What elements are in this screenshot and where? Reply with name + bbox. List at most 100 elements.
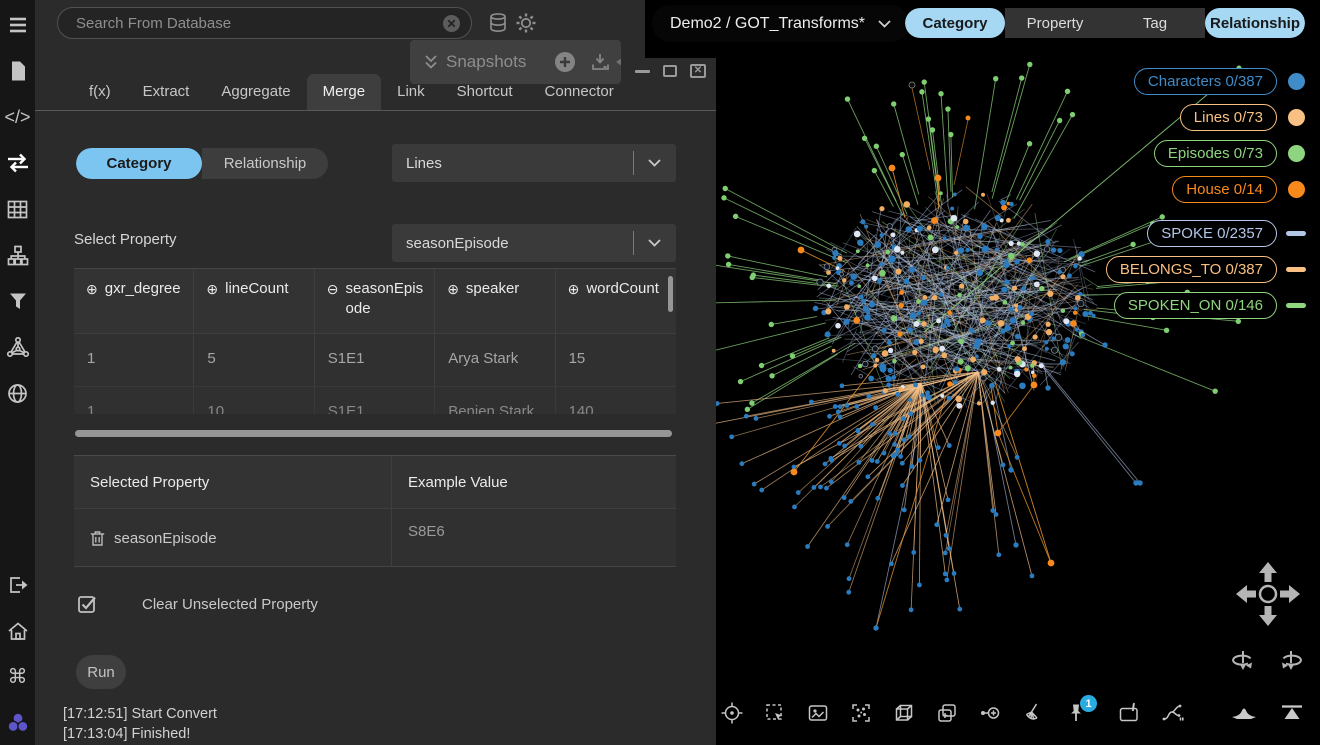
column-header[interactable]: ⊕wordCount — [556, 269, 676, 333]
view-tab-relationship[interactable]: Relationship — [1205, 8, 1305, 38]
pan-left-arrow — [1236, 585, 1256, 603]
characters-color-swatch[interactable] — [1288, 73, 1305, 90]
raise-layout-icon[interactable] — [1278, 700, 1306, 722]
globe-icon[interactable] — [6, 381, 30, 405]
category-select[interactable]: Lines — [392, 144, 676, 182]
pin-icon[interactable]: 1 — [1064, 701, 1088, 725]
tab-aggregate[interactable]: Aggregate — [205, 74, 306, 110]
legend-characters[interactable]: Characters 0/387 — [1134, 68, 1277, 95]
episodes-color-swatch[interactable] — [1288, 145, 1305, 162]
double-chevron-down-icon[interactable] — [424, 54, 438, 70]
trash-icon[interactable] — [90, 530, 105, 547]
clean-brush-icon[interactable] — [1021, 701, 1045, 725]
database-icon[interactable] — [487, 12, 509, 34]
cell: S1E1 — [315, 334, 435, 386]
run-button[interactable]: Run — [76, 655, 126, 689]
legend-lines[interactable]: Lines 0/73 — [1180, 104, 1277, 131]
chevron-down-icon — [648, 159, 661, 167]
spoken-on-color-swatch[interactable] — [1286, 303, 1306, 308]
maximize-icon[interactable] — [663, 65, 677, 77]
cell: 1 — [74, 334, 194, 386]
app-screen: </> ⌘ — [0, 0, 1320, 745]
selected-property-header: Selected Property — [74, 456, 392, 508]
view-tab-category[interactable]: Category — [905, 8, 1005, 38]
home-icon[interactable] — [6, 619, 30, 643]
download-snapshot-icon[interactable] — [590, 52, 611, 72]
lines-color-swatch[interactable] — [1288, 109, 1305, 126]
example-value-header: Example Value — [392, 456, 676, 508]
house-color-swatch[interactable] — [1288, 181, 1305, 198]
add-to-collection-icon[interactable] — [935, 701, 959, 725]
column-header[interactable]: ⊖seasonEpisode — [315, 269, 435, 333]
clear-unselected-row: Clear Unselected Property — [77, 594, 318, 615]
filter-icon[interactable] — [6, 289, 30, 313]
pan-right-arrow — [1280, 585, 1300, 603]
rotate-right-icon[interactable] — [1277, 646, 1305, 676]
selected-table-header: Selected Property Example Value — [74, 456, 676, 508]
network-triangle-icon[interactable] — [6, 335, 30, 359]
vertical-scrollbar[interactable] — [668, 276, 673, 312]
command-icon[interactable]: ⌘ — [6, 665, 30, 689]
sign-out-icon[interactable] — [6, 573, 30, 597]
view-tab-property[interactable]: Property — [1005, 8, 1105, 38]
add-node-icon[interactable] — [978, 701, 1002, 725]
cell: 1 — [74, 387, 194, 414]
property-data-table[interactable]: ⊕gxr_degree ⊕lineCount ⊖seasonEpisode ⊕s… — [74, 268, 676, 414]
split-edges-icon[interactable] — [1160, 701, 1184, 725]
horizontal-scrollbar[interactable] — [75, 430, 672, 437]
tab-merge[interactable]: Merge — [307, 74, 382, 110]
select-area-icon[interactable] — [763, 701, 787, 725]
add-snapshot-icon[interactable] — [554, 51, 576, 73]
code-icon[interactable]: </> — [6, 105, 30, 129]
pan-down-arrow — [1259, 606, 1277, 626]
column-header-label: seasonEpisode — [346, 279, 427, 320]
chevron-down-icon — [648, 239, 661, 247]
legend-spoken-on[interactable]: SPOKEN_ON 0/146 — [1114, 292, 1277, 319]
toggle-relationship[interactable]: Relationship — [202, 148, 328, 179]
project-title-pill[interactable]: Demo2 / GOT_Transforms* — [652, 5, 909, 42]
table-row[interactable]: 1 5 S1E1 Arya Stark 15 — [74, 333, 676, 386]
flatten-layout-icon[interactable] — [1230, 700, 1258, 722]
clear-search-icon[interactable] — [442, 14, 461, 33]
toggle-category[interactable]: Category — [76, 148, 202, 179]
hierarchy-icon[interactable] — [6, 243, 30, 267]
pan-navigation-pad[interactable] — [1230, 556, 1306, 632]
checkbox-checked-icon[interactable] — [77, 594, 98, 615]
belongs-to-color-swatch[interactable] — [1286, 267, 1306, 272]
transform-icon[interactable] — [6, 151, 30, 175]
settings-gear-icon[interactable] — [515, 12, 537, 34]
legend-spoke[interactable]: SPOKE 0/2357 — [1147, 220, 1277, 247]
property-select[interactable]: seasonEpisode — [392, 224, 676, 262]
image-overlay-icon[interactable] — [806, 701, 830, 725]
table-icon[interactable] — [6, 197, 30, 221]
column-header[interactable]: ⊕lineCount — [194, 269, 314, 333]
column-header[interactable]: ⊕speaker — [435, 269, 555, 333]
spoke-color-swatch[interactable] — [1286, 231, 1306, 236]
minimize-icon[interactable] — [635, 70, 650, 73]
cube-3d-icon[interactable] — [892, 701, 916, 725]
legend-house[interactable]: House 0/14 — [1172, 176, 1277, 203]
notes-icon[interactable] — [1117, 701, 1141, 725]
tab-extract[interactable]: Extract — [127, 74, 206, 110]
column-header[interactable]: ⊕gxr_degree — [74, 269, 194, 333]
tab-fx[interactable]: f(x) — [73, 74, 127, 110]
select-property-label: Select Property — [74, 231, 177, 248]
pin-count-badge: 1 — [1080, 695, 1097, 712]
menu-icon[interactable] — [6, 13, 30, 37]
view-tab-tag[interactable]: Tag — [1105, 8, 1205, 38]
table-row[interactable]: 1 10 S1E1 Benjen Stark 140 — [74, 386, 676, 414]
app-logo[interactable] — [6, 711, 30, 735]
close-icon[interactable]: ✕ — [690, 64, 706, 78]
legend-episodes[interactable]: Episodes 0/73 — [1154, 140, 1277, 167]
collapse-left-icon[interactable] — [616, 56, 621, 68]
center-view-icon[interactable] — [720, 701, 744, 725]
file-icon[interactable] — [6, 59, 30, 83]
rotate-left-icon[interactable] — [1229, 646, 1257, 676]
legend-belongs-to[interactable]: BELONGS_TO 0/387 — [1106, 256, 1277, 283]
legend-view-tabs: Category Property Tag Relationship — [905, 8, 1305, 38]
window-controls: ✕ — [635, 64, 706, 78]
property-select-value: seasonEpisode — [392, 235, 633, 252]
select-cluster-icon[interactable] — [849, 701, 873, 725]
pan-up-arrow — [1259, 562, 1277, 582]
search-input[interactable] — [58, 15, 442, 32]
